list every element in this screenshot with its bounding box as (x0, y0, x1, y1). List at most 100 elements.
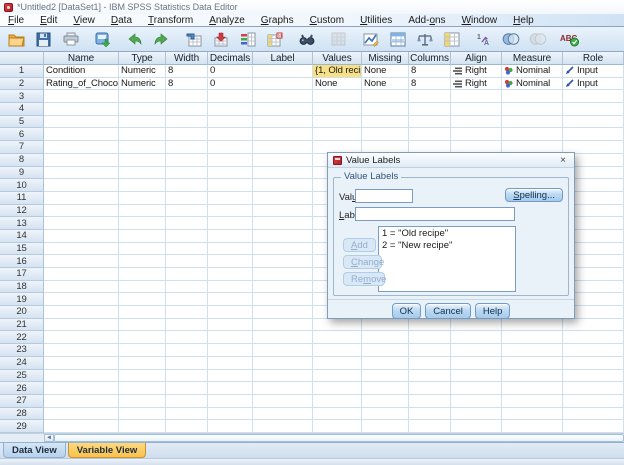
cell-type[interactable] (119, 407, 166, 421)
cell-measure[interactable]: Nominal (502, 77, 563, 91)
cell-decimals[interactable] (208, 191, 253, 205)
cell-name[interactable] (44, 179, 119, 192)
cell-measure[interactable] (502, 103, 563, 116)
value-labels-icon[interactable] (438, 28, 465, 51)
cell-width[interactable] (166, 420, 208, 433)
cell-measure[interactable] (502, 356, 563, 370)
row-number[interactable]: 14 (0, 229, 44, 243)
cell-values[interactable]: {1, Old recip... (313, 65, 362, 78)
cell-width[interactable] (166, 369, 208, 383)
cell-values[interactable]: None (313, 77, 362, 91)
cell-columns[interactable] (409, 103, 451, 116)
row-number[interactable]: 2 (0, 77, 44, 91)
row-number[interactable]: 19 (0, 293, 44, 307)
cell-label[interactable] (253, 217, 313, 230)
use-variable-sets-icon[interactable]: 1A (470, 28, 497, 51)
cell-columns[interactable] (409, 128, 451, 142)
cell-width[interactable] (166, 407, 208, 421)
cell-type[interactable] (119, 242, 166, 256)
cell-type[interactable] (119, 115, 166, 129)
cell-name[interactable] (44, 141, 119, 154)
scrollbar-thumb[interactable] (54, 434, 624, 442)
cell-align[interactable] (451, 344, 502, 357)
row-number[interactable]: 23 (0, 344, 44, 357)
column-header-values[interactable]: Values (313, 52, 362, 65)
cell-role[interactable] (563, 331, 624, 345)
cell-missing[interactable] (362, 356, 409, 370)
row-number[interactable]: 17 (0, 268, 44, 281)
cell-role[interactable] (563, 344, 624, 357)
cell-role[interactable] (563, 420, 624, 433)
redo-icon[interactable] (148, 28, 175, 51)
save-icon[interactable] (30, 28, 57, 51)
cell-align[interactable] (451, 394, 502, 408)
cell-columns[interactable] (409, 382, 451, 395)
cell-role[interactable]: Input (563, 77, 624, 91)
cell-decimals[interactable]: 0 (208, 65, 253, 78)
cell-type[interactable]: Numeric (119, 65, 166, 78)
cell-label[interactable] (253, 369, 313, 383)
cell-measure[interactable] (502, 369, 563, 383)
row-number[interactable]: 7 (0, 141, 44, 154)
cell-name[interactable] (44, 331, 119, 345)
cell-align[interactable] (451, 331, 502, 345)
menu-analyze[interactable]: Analyze (201, 14, 253, 27)
cell-columns[interactable] (409, 394, 451, 408)
cell-measure[interactable] (502, 90, 563, 104)
menu-edit[interactable]: Edit (32, 14, 65, 27)
cell-name[interactable] (44, 280, 119, 294)
cell-align[interactable] (451, 407, 502, 421)
cell-values[interactable] (313, 331, 362, 345)
cell-type[interactable] (119, 420, 166, 433)
cell-measure[interactable] (502, 407, 563, 421)
row-number[interactable]: 8 (0, 153, 44, 167)
cell-type[interactable] (119, 306, 166, 319)
cell-missing[interactable] (362, 394, 409, 408)
menu-help[interactable]: Help (505, 14, 542, 27)
cell-label[interactable] (253, 420, 313, 433)
undo-icon[interactable] (121, 28, 148, 51)
column-header-measure[interactable]: Measure (502, 52, 563, 65)
cell-type[interactable] (119, 103, 166, 116)
cell-columns[interactable] (409, 90, 451, 104)
cell-role[interactable] (563, 318, 624, 332)
cell-missing[interactable]: None (362, 65, 409, 78)
cell-type[interactable]: Numeric (119, 77, 166, 91)
cell-missing[interactable] (362, 331, 409, 345)
menu-addons[interactable]: Add-ons (400, 14, 453, 27)
cell-measure[interactable] (502, 115, 563, 129)
column-header-corner[interactable] (0, 52, 44, 65)
cell-name[interactable] (44, 306, 119, 319)
split-file-icon[interactable] (384, 28, 411, 51)
cell-type[interactable] (119, 293, 166, 307)
cell-values[interactable] (313, 128, 362, 142)
cell-type[interactable] (119, 204, 166, 218)
cell-decimals[interactable] (208, 369, 253, 383)
cell-label[interactable] (253, 268, 313, 281)
cell-align[interactable]: Right (451, 77, 502, 91)
cell-width[interactable] (166, 344, 208, 357)
select-variables-icon[interactable] (497, 28, 524, 51)
cell-width[interactable] (166, 217, 208, 230)
cell-label[interactable] (253, 103, 313, 116)
row-number[interactable]: 25 (0, 369, 44, 383)
row-number[interactable]: 28 (0, 407, 44, 421)
cell-name[interactable] (44, 128, 119, 142)
column-header-decimals[interactable]: Decimals (208, 52, 253, 65)
cell-width[interactable] (166, 394, 208, 408)
cell-width[interactable] (166, 293, 208, 307)
cell-decimals[interactable] (208, 204, 253, 218)
cell-width[interactable] (166, 191, 208, 205)
menu-view[interactable]: View (65, 14, 103, 27)
cell-role[interactable]: Input (563, 65, 624, 78)
cell-values[interactable] (313, 420, 362, 433)
row-number[interactable]: 4 (0, 103, 44, 116)
value-label-entry[interactable]: 2 = "New recipe" (379, 240, 515, 252)
cell-align[interactable] (451, 356, 502, 370)
cell-width[interactable] (166, 268, 208, 281)
cell-decimals[interactable] (208, 280, 253, 294)
cell-label[interactable] (253, 318, 313, 332)
cell-values[interactable] (313, 394, 362, 408)
cell-role[interactable] (563, 369, 624, 383)
cell-name[interactable] (44, 153, 119, 167)
